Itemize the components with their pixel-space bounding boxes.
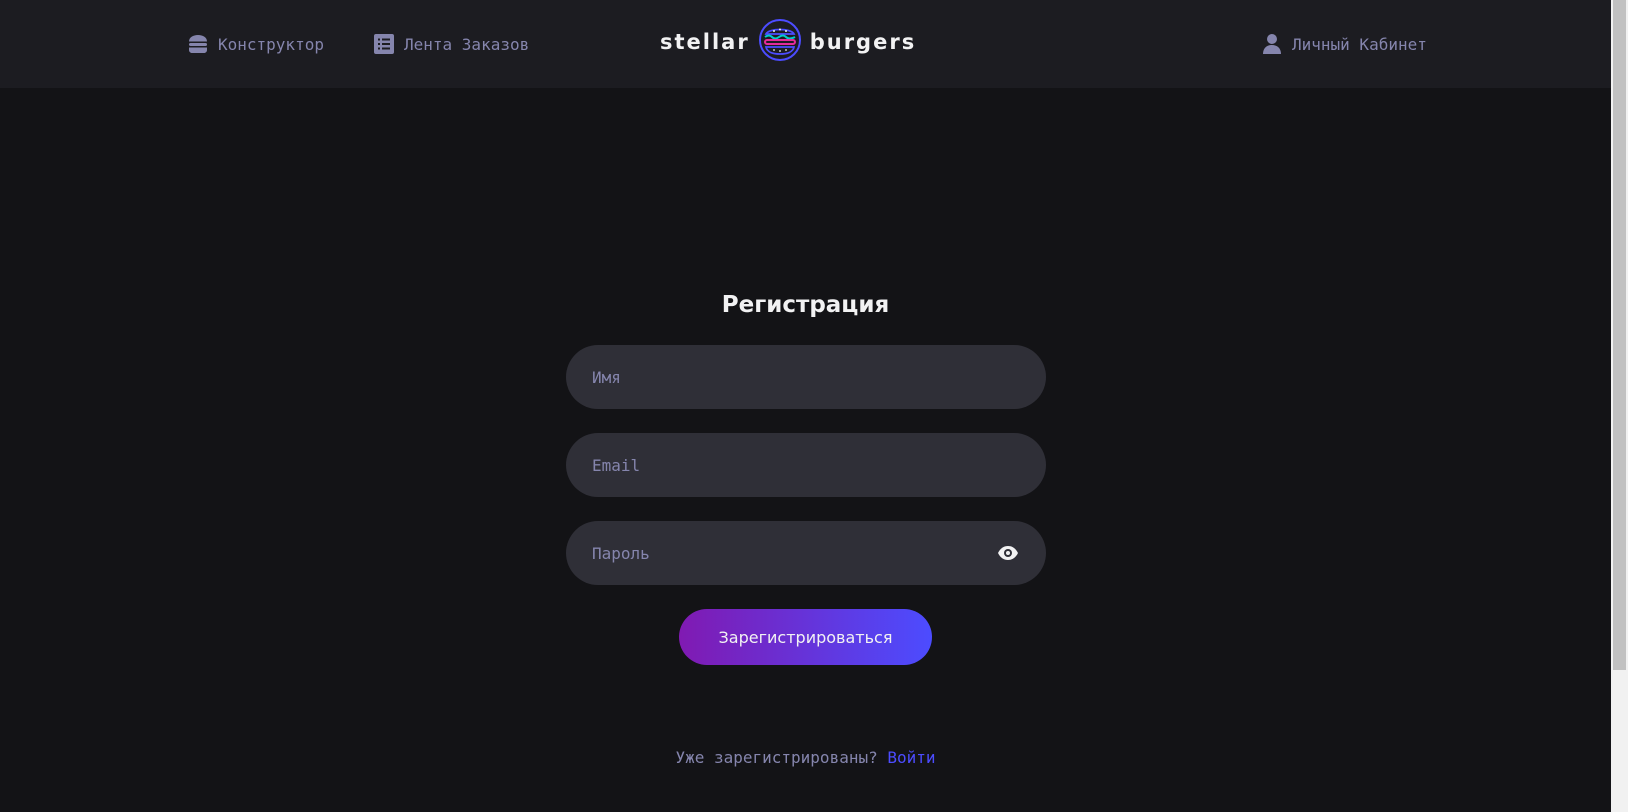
email-input[interactable] xyxy=(592,455,1020,475)
login-prompt: Уже зарегистрированы? Войти xyxy=(0,748,1611,767)
nav-profile-label: Личный Кабинет xyxy=(1292,34,1427,54)
burger-icon xyxy=(186,32,210,56)
nav-constructor[interactable]: Конструктор xyxy=(186,0,324,88)
name-field[interactable] xyxy=(566,345,1046,409)
login-question: Уже зарегистрированы? xyxy=(675,748,878,767)
page-title: Регистрация xyxy=(721,292,890,318)
nav-profile[interactable]: Личный Кабинет xyxy=(1260,0,1427,88)
password-input[interactable] xyxy=(592,543,996,563)
register-button[interactable]: Зарегистрироваться xyxy=(679,609,932,665)
nav-constructor-label: Конструктор xyxy=(218,34,324,54)
eye-icon[interactable] xyxy=(996,541,1020,565)
page: Конструктор Лента Заказов stellar burger… xyxy=(0,0,1628,812)
login-link[interactable]: Войти xyxy=(887,748,935,767)
logo-word-burgers: burgers xyxy=(809,30,917,54)
list-icon xyxy=(372,32,396,56)
app-header: Конструктор Лента Заказов stellar burger… xyxy=(0,0,1611,88)
logo[interactable]: stellar burgers xyxy=(660,18,916,66)
profile-icon xyxy=(1260,32,1284,56)
name-input[interactable] xyxy=(592,367,1020,387)
page-scrollbar[interactable] xyxy=(1611,0,1628,812)
password-field[interactable] xyxy=(566,521,1046,585)
scrollbar-thumb[interactable] xyxy=(1613,0,1626,670)
burger-logo-icon xyxy=(758,18,802,66)
nav-order-feed[interactable]: Лента Заказов xyxy=(372,0,529,88)
nav-order-feed-label: Лента Заказов xyxy=(404,34,530,54)
email-field[interactable] xyxy=(566,433,1046,497)
logo-word-stellar: stellar xyxy=(660,30,750,54)
